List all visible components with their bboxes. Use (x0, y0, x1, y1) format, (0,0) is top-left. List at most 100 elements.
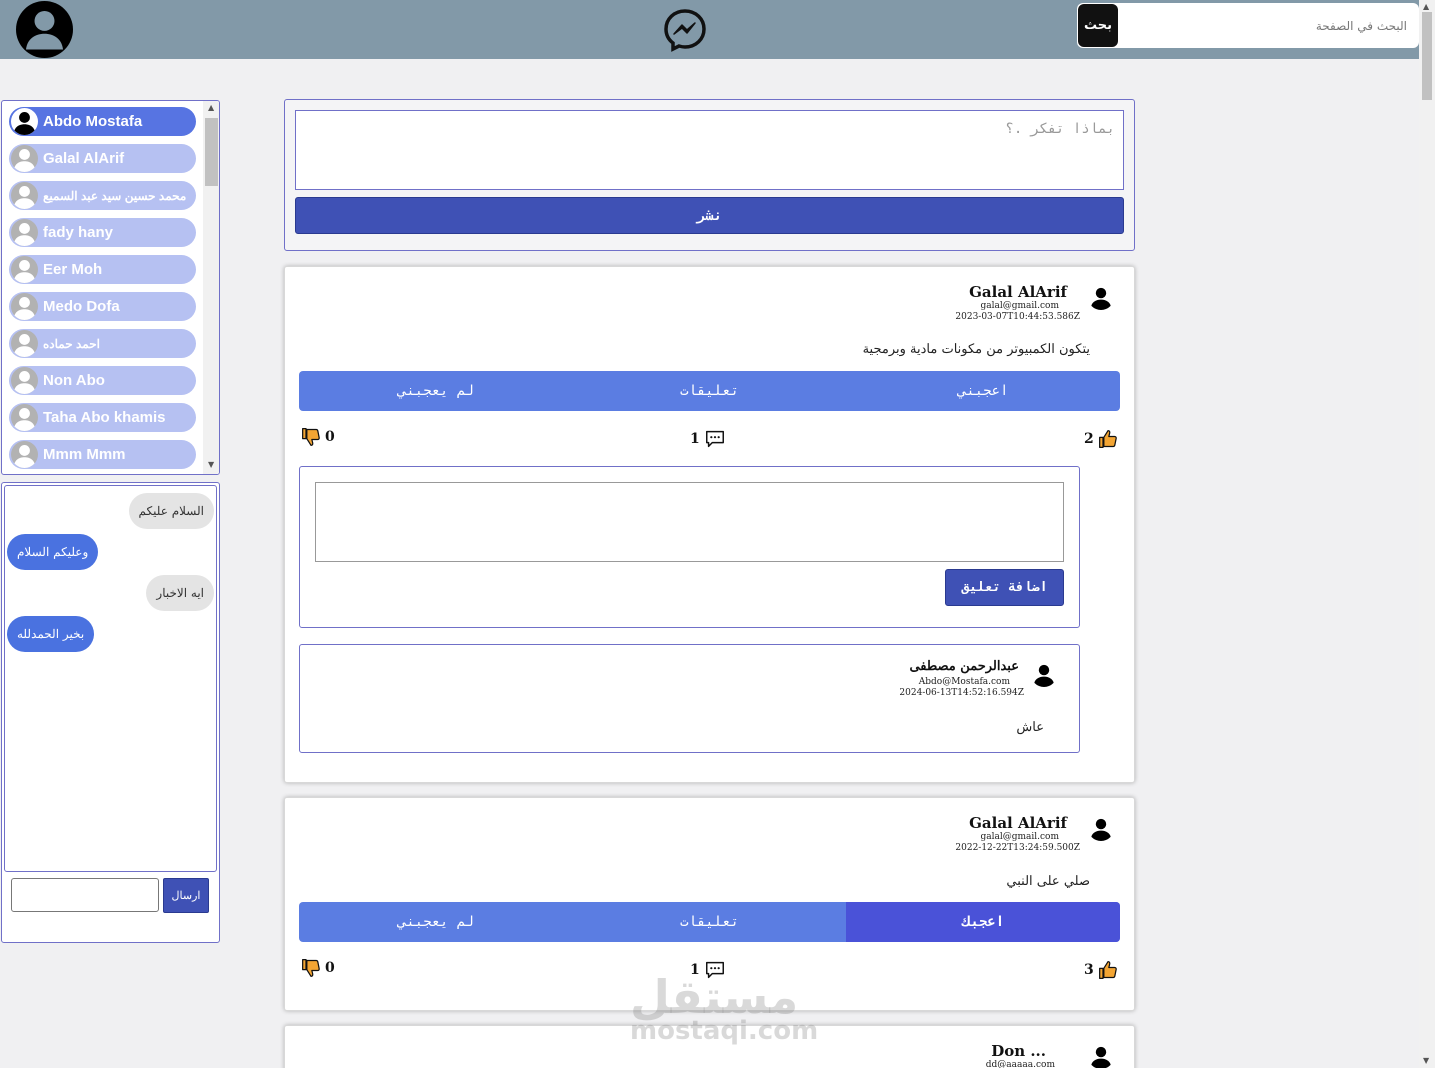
friend-avatar-icon (11, 293, 38, 320)
friend-item[interactable]: Mmm Mmm (9, 440, 196, 469)
comment-form: اضافة تعليق (299, 466, 1080, 628)
top-bar: بحث (0, 0, 1419, 59)
friend-item[interactable]: احمد حماده (9, 329, 196, 358)
friend-name: Taha Abo khamis (43, 409, 166, 426)
post-card: Galal AlArif galal@gmail.com 2023-03-07T… (284, 266, 1135, 783)
chat-input[interactable] (11, 878, 159, 912)
dislike-stat: 0 (301, 427, 335, 447)
like-stat: 2 (1084, 429, 1118, 449)
post-author-name[interactable]: Galal AlArif (969, 283, 1067, 301)
comment-item: عبدالرحمن مصطفى Abdo@Mostafa.com 2024-06… (299, 644, 1080, 753)
messenger-icon[interactable] (663, 8, 707, 52)
friend-name: Abdo Mostafa (43, 113, 143, 130)
friend-avatar-icon (11, 182, 38, 209)
friend-avatar-icon (11, 441, 38, 468)
search-box: بحث (1077, 3, 1419, 48)
post-author-avatar-icon[interactable] (1088, 815, 1114, 841)
scroll-up-arrow-icon[interactable]: ▲ (1423, 2, 1429, 11)
user-avatar-icon[interactable] (16, 1, 73, 58)
dislike-count: 0 (325, 429, 335, 445)
post-author-name[interactable]: Galal AlArif (969, 814, 1067, 832)
page-scrollbar[interactable]: ▲ ▼ (1419, 0, 1435, 1068)
friend-avatar-icon (11, 330, 38, 357)
friend-name: Eer Moh (43, 261, 103, 278)
comments-button[interactable]: تعليقات (573, 902, 847, 942)
comment-text: عاش (1016, 720, 1044, 735)
post-text: صلي على النبي (1006, 874, 1090, 889)
search-button[interactable]: بحث (1078, 4, 1118, 47)
thumbs-up-icon[interactable] (1098, 960, 1118, 980)
friend-name: fady hany (43, 224, 114, 241)
friend-avatar-icon (11, 145, 38, 172)
post-text: يتكون الكمبيوتر من مكونات مادية وبرمجية (862, 342, 1090, 357)
search-input[interactable] (1121, 5, 1413, 46)
friend-avatar-icon (11, 256, 38, 283)
publish-button[interactable]: نشر (295, 197, 1124, 234)
comments-button[interactable]: تعليقات (573, 371, 847, 411)
comment-icon[interactable] (704, 428, 726, 450)
friend-name: Non Abo (43, 372, 105, 389)
watermark-url: mostaqi.com (630, 1016, 819, 1046)
like-button[interactable]: اعجبك (846, 902, 1120, 942)
dislike-count: 0 (325, 960, 335, 976)
chat-message: السلام عليكم (128, 493, 214, 529)
friend-avatar-icon (11, 367, 38, 394)
scroll-down-arrow-icon[interactable]: ▼ (1423, 1056, 1429, 1065)
post-actions-bar: لم يعجبني تعليقات اعجبك (299, 902, 1120, 942)
friend-name: محمد حسين سيد عبد السميع (43, 188, 187, 203)
comment-author-name[interactable]: عبدالرحمن مصطفى (909, 659, 1019, 674)
like-count: 3 (1084, 962, 1094, 978)
friend-name: احمد حماده (43, 336, 100, 351)
scroll-thumb[interactable] (205, 118, 218, 186)
dislike-button[interactable]: لم يعجبني (299, 371, 573, 411)
friend-item[interactable]: Galal AlArif (9, 144, 196, 173)
post-author-email: galal@gmail.com (980, 301, 1059, 311)
friend-item[interactable]: محمد حسين سيد عبد السميع (9, 181, 196, 210)
comment-textarea[interactable] (315, 482, 1064, 562)
chat-message: بخير الحمدلله (7, 616, 95, 652)
comments-count: 1 (690, 431, 700, 447)
scroll-down-arrow-icon[interactable]: ▼ (208, 460, 214, 469)
dislike-button[interactable]: لم يعجبني (299, 902, 573, 942)
composer-textarea[interactable]: بماذا تفكر .؟ (295, 110, 1124, 190)
friend-item[interactable]: Eer Moh (9, 255, 196, 284)
friend-item[interactable]: Abdo Mostafa (9, 107, 196, 136)
post-author-avatar-icon[interactable] (1088, 1043, 1114, 1068)
friends-list: Abdo Mostafa Galal AlArif محمد حسين سيد عب… (1, 100, 220, 475)
friend-item[interactable]: Taha Abo khamis (9, 403, 196, 432)
post-actions-bar: لم يعجبني تعليقات اعجبني (299, 371, 1120, 411)
friend-item[interactable]: Non Abo (9, 366, 196, 395)
friend-avatar-icon (11, 404, 38, 431)
add-comment-button[interactable]: اضافة تعليق (945, 569, 1064, 606)
comment-author-avatar-icon[interactable] (1031, 661, 1057, 687)
post-date: 2023-03-07T10:44:53.586Z (955, 312, 1080, 322)
friend-avatar-icon (11, 219, 38, 246)
comment-date: 2024-06-13T14:52:16.594Z (899, 688, 1024, 698)
like-button[interactable]: اعجبني (846, 371, 1120, 411)
post-date: 2022-12-22T13:24:59.500Z (955, 843, 1080, 853)
post-author-email: dd@aaaaa.com (985, 1060, 1055, 1068)
chat-messages: السلام عليكم وعليكم السلام ايه الاخبار بخير… (4, 485, 217, 872)
chat-send-button[interactable]: ارسال (163, 878, 209, 913)
friend-name: Mmm Mmm (43, 446, 126, 463)
chat-message: ايه الاخبار (146, 575, 214, 611)
friend-avatar-icon (11, 108, 38, 135)
thumbs-up-icon[interactable] (1098, 429, 1118, 449)
friends-scrollbar[interactable]: ▲ ▼ (203, 101, 219, 474)
scroll-thumb[interactable] (1422, 12, 1432, 100)
like-stat: 3 (1084, 960, 1118, 980)
friend-name: Medo Dofa (43, 298, 120, 315)
chat-message: وعليكم السلام (7, 534, 99, 570)
post-author-name[interactable]: Don ... (991, 1042, 1046, 1060)
post-author-email: galal@gmail.com (980, 832, 1059, 842)
dislike-stat: 0 (301, 958, 335, 978)
thumbs-down-icon[interactable] (301, 958, 321, 978)
post-author-avatar-icon[interactable] (1088, 284, 1114, 310)
thumbs-down-icon[interactable] (301, 427, 321, 447)
post-composer: بماذا تفكر .؟ نشر (284, 99, 1135, 251)
friend-name: Galal AlArif (43, 150, 125, 167)
friend-item[interactable]: fady hany (9, 218, 196, 247)
comments-stat: 1 (690, 428, 726, 450)
friend-item[interactable]: Medo Dofa (9, 292, 196, 321)
scroll-up-arrow-icon[interactable]: ▲ (208, 103, 214, 112)
